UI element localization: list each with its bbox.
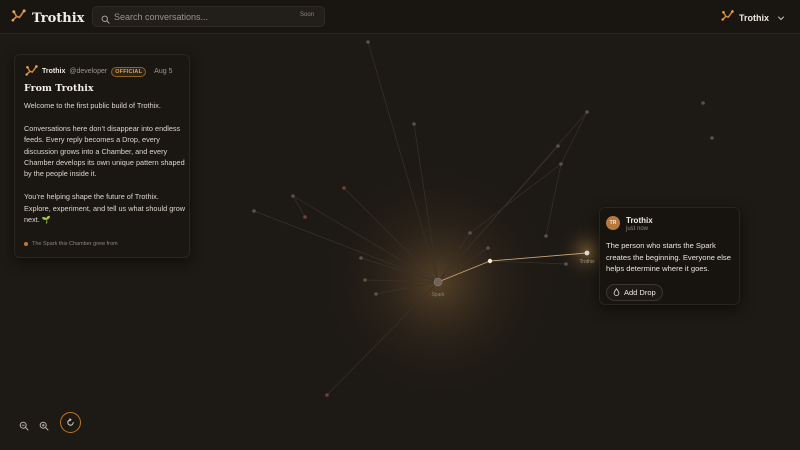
reset-icon bbox=[66, 414, 75, 432]
post-paragraph: Welcome to the first public build of Tro… bbox=[24, 101, 161, 110]
trothix-node[interactable] bbox=[584, 250, 590, 256]
drop-node[interactable] bbox=[487, 258, 493, 264]
trothix-logo-icon bbox=[11, 8, 26, 28]
post-title: From Trothix bbox=[24, 83, 94, 94]
search-input[interactable] bbox=[114, 9, 284, 24]
trothix-logo-icon bbox=[25, 64, 38, 79]
post-paragraph: Conversations here don’t disappear into … bbox=[24, 123, 185, 179]
zoom-in-button[interactable] bbox=[39, 418, 49, 436]
logo[interactable]: Trothix bbox=[11, 8, 84, 28]
brand-name: Trothix bbox=[32, 10, 85, 26]
post-header: Trothix @developer OFFICIAL Aug 5 bbox=[25, 64, 172, 79]
trothix-node-label: Trothix bbox=[579, 259, 595, 265]
official-badge: OFFICIAL bbox=[111, 66, 147, 77]
drop-popup: TR Trothix just now The person who start… bbox=[599, 207, 740, 305]
post-footer-text: The Spark this Chamber grew from bbox=[32, 241, 118, 247]
popup-text: The person who starts the Spark creates … bbox=[606, 241, 731, 274]
add-drop-label: Add Drop bbox=[624, 288, 656, 297]
top-bar: Trothix Soon Trothix bbox=[0, 0, 800, 34]
post-handle: @developer bbox=[69, 68, 108, 75]
post-paragraph: You’re helping shape the future of Troth… bbox=[24, 192, 186, 225]
zoom-in-icon bbox=[39, 418, 49, 435]
drop-icon bbox=[613, 287, 620, 298]
search-bar[interactable]: Soon bbox=[92, 6, 325, 27]
spark-node-label: Spark bbox=[431, 292, 445, 298]
popup-author[interactable]: Trothix bbox=[626, 216, 653, 225]
avatar: TR bbox=[606, 216, 620, 230]
search-icon bbox=[101, 11, 110, 29]
post-date: Aug 5 bbox=[154, 68, 173, 75]
post-body: Welcome to the first public build of Tro… bbox=[24, 100, 186, 237]
spark-node[interactable] bbox=[433, 277, 443, 287]
user-menu[interactable]: Trothix bbox=[721, 9, 785, 27]
chevron-down-icon bbox=[777, 9, 785, 27]
spark-post-card: Trothix @developer OFFICIAL Aug 5 From T… bbox=[14, 54, 190, 258]
post-footer: The Spark this Chamber grew from bbox=[24, 241, 118, 247]
spark-dot-icon bbox=[24, 242, 28, 246]
zoom-out-button[interactable] bbox=[19, 418, 29, 436]
reset-view-button[interactable] bbox=[60, 412, 81, 433]
add-drop-button[interactable]: Add Drop bbox=[606, 284, 663, 301]
trothix-logo-icon bbox=[721, 9, 734, 27]
user-name: Trothix bbox=[738, 13, 769, 23]
popup-time: just now bbox=[626, 226, 649, 232]
zoom-out-icon bbox=[19, 418, 29, 435]
search-badge: Soon bbox=[299, 12, 314, 18]
post-author[interactable]: Trothix bbox=[42, 68, 65, 75]
